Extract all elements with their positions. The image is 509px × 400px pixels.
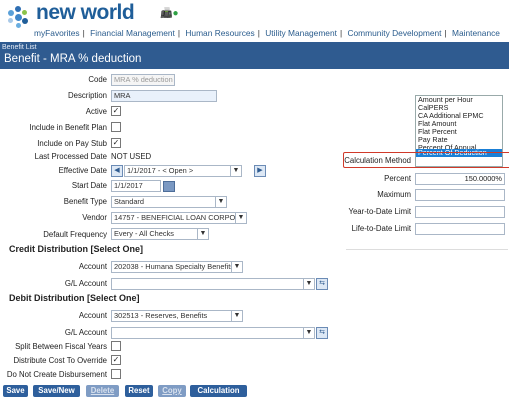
- split-fiscal-years-label: Split Between Fiscal Years: [15, 342, 107, 351]
- benefit-type-value: Standard: [114, 197, 144, 206]
- vendor-label: Vendor: [82, 213, 107, 222]
- chevron-down-icon: ▼: [215, 197, 226, 207]
- chevron-down-icon: ▼: [197, 229, 208, 239]
- list-item[interactable]: Pay Rate: [416, 136, 502, 144]
- distribute-cost-label: Distribute Cost To Override: [13, 356, 107, 365]
- chevron-down-icon: ▼: [230, 166, 241, 176]
- ytd-limit-field[interactable]: [415, 206, 505, 218]
- credit-distribution-heading: Credit Distribution [Select One]: [9, 244, 144, 254]
- maximum-label: Maximum: [377, 190, 411, 199]
- logo-mark: [6, 4, 32, 30]
- nav-community-development[interactable]: Community Development: [347, 28, 441, 38]
- last-processed-label: Last Processed Date: [34, 152, 107, 161]
- effective-date-value: 1/1/2017 - < Open >: [127, 166, 194, 175]
- brand-status-icons: 📠●: [160, 8, 179, 19]
- vendor-value: 14757 - BENEFICIAL LOAN CORPORAT: [114, 213, 247, 222]
- last-processed-value: NOT USED: [111, 152, 152, 161]
- debit-distribution-heading: Debit Distribution [Select One]: [9, 293, 140, 303]
- lookup-icon[interactable]: ⇆: [316, 327, 328, 339]
- benefit-type-label: Benefit Type: [63, 197, 107, 206]
- divider: [346, 249, 508, 250]
- debit-gl-account-label: G/L Account: [64, 328, 107, 337]
- benefit-type-select[interactable]: Standard ▼: [111, 196, 227, 208]
- include-pay-stub-label: Include on Pay Stub: [37, 139, 107, 148]
- code-label: Code: [88, 75, 107, 84]
- active-label: Active: [85, 107, 107, 116]
- default-frequency-value: Every - All Checks: [114, 229, 174, 238]
- distribute-cost-checkbox[interactable]: ✓: [111, 355, 121, 365]
- brand-name: new world: [36, 1, 135, 24]
- page-title: Benefit - MRA % deduction: [4, 53, 142, 65]
- no-disbursement-label: Do Not Create Disbursement: [6, 370, 107, 379]
- nav-utility-management[interactable]: Utility Management: [265, 28, 337, 38]
- start-date-label: Start Date: [71, 181, 107, 190]
- save-button[interactable]: Save: [3, 385, 28, 397]
- effective-date-select[interactable]: 1/1/2017 - < Open > ▼: [124, 165, 242, 177]
- chevron-down-icon: ▼: [231, 262, 242, 272]
- nav-financial-management[interactable]: Financial Management: [90, 28, 175, 38]
- lookup-icon[interactable]: ⇆: [316, 278, 328, 290]
- copy-button[interactable]: Copy: [158, 385, 186, 397]
- description-label: Description: [68, 91, 107, 100]
- code-field[interactable]: MRA % deduction: [111, 74, 175, 86]
- description-field[interactable]: MRA: [111, 90, 217, 102]
- active-checkbox[interactable]: ✓: [111, 106, 121, 116]
- calendar-icon[interactable]: [163, 181, 175, 192]
- next-icon[interactable]: ▶: [254, 165, 266, 177]
- nav-maintenance[interactable]: Maintenance: [452, 28, 500, 38]
- nav-human-resources[interactable]: Human Resources: [185, 28, 254, 38]
- vendor-select[interactable]: 14757 - BENEFICIAL LOAN CORPORAT ▼: [111, 212, 247, 224]
- start-date-field[interactable]: 1/1/2017: [111, 180, 161, 192]
- save-new-button[interactable]: Save/New: [33, 385, 80, 397]
- chevron-down-icon: ▼: [231, 311, 242, 321]
- calculation-method-label: Calculation Method: [344, 156, 411, 165]
- breadcrumb[interactable]: Benefit List: [2, 44, 37, 51]
- delete-button[interactable]: Delete: [86, 385, 119, 397]
- chevron-down-icon: ▼: [235, 213, 246, 223]
- previous-icon[interactable]: ◀: [111, 165, 123, 177]
- default-frequency-select[interactable]: Every - All Checks ▼: [111, 228, 209, 240]
- credit-account-select[interactable]: 202038 - Humana Specialty Benefits ▼: [111, 261, 243, 273]
- reset-button[interactable]: Reset: [125, 385, 153, 397]
- credit-account-label: Account: [78, 262, 107, 271]
- ytd-limit-label: Year-to-Date Limit: [348, 207, 411, 216]
- debit-account-select[interactable]: 302513 - Reserves, Benefits ▼: [111, 310, 243, 322]
- effective-date-label: Effective Date: [58, 166, 107, 175]
- default-frequency-label: Default Frequency: [43, 230, 107, 239]
- credit-gl-account-select[interactable]: ▼: [111, 278, 315, 290]
- ltd-limit-field[interactable]: [415, 223, 505, 235]
- nav-myfavorites[interactable]: myFavorites: [34, 28, 80, 38]
- credit-gl-account-label: G/L Account: [64, 279, 107, 288]
- maximum-field[interactable]: [415, 189, 505, 201]
- credit-account-value: 202038 - Humana Specialty Benefits: [114, 262, 234, 271]
- include-benefit-plan-label: Include in Benefit Plan: [29, 123, 107, 132]
- debit-account-label: Account: [78, 311, 107, 320]
- ltd-limit-label: Life-to-Date Limit: [351, 224, 411, 233]
- split-fiscal-years-checkbox[interactable]: [111, 341, 121, 351]
- chevron-down-icon: ▼: [303, 328, 314, 338]
- include-benefit-plan-checkbox[interactable]: [111, 122, 121, 132]
- chevron-down-icon: ▼: [303, 279, 314, 289]
- no-disbursement-checkbox[interactable]: [111, 369, 121, 379]
- debit-gl-account-select[interactable]: ▼: [111, 327, 315, 339]
- top-navigation: myFavorites | Financial Management | Human…: [34, 28, 500, 38]
- percent-field[interactable]: 150.0000%: [415, 173, 505, 185]
- include-pay-stub-checkbox[interactable]: ✓: [111, 138, 121, 148]
- calculation-button[interactable]: Calculation: [190, 385, 247, 397]
- percent-label: Percent: [384, 174, 411, 183]
- debit-account-value: 302513 - Reserves, Benefits: [114, 311, 208, 320]
